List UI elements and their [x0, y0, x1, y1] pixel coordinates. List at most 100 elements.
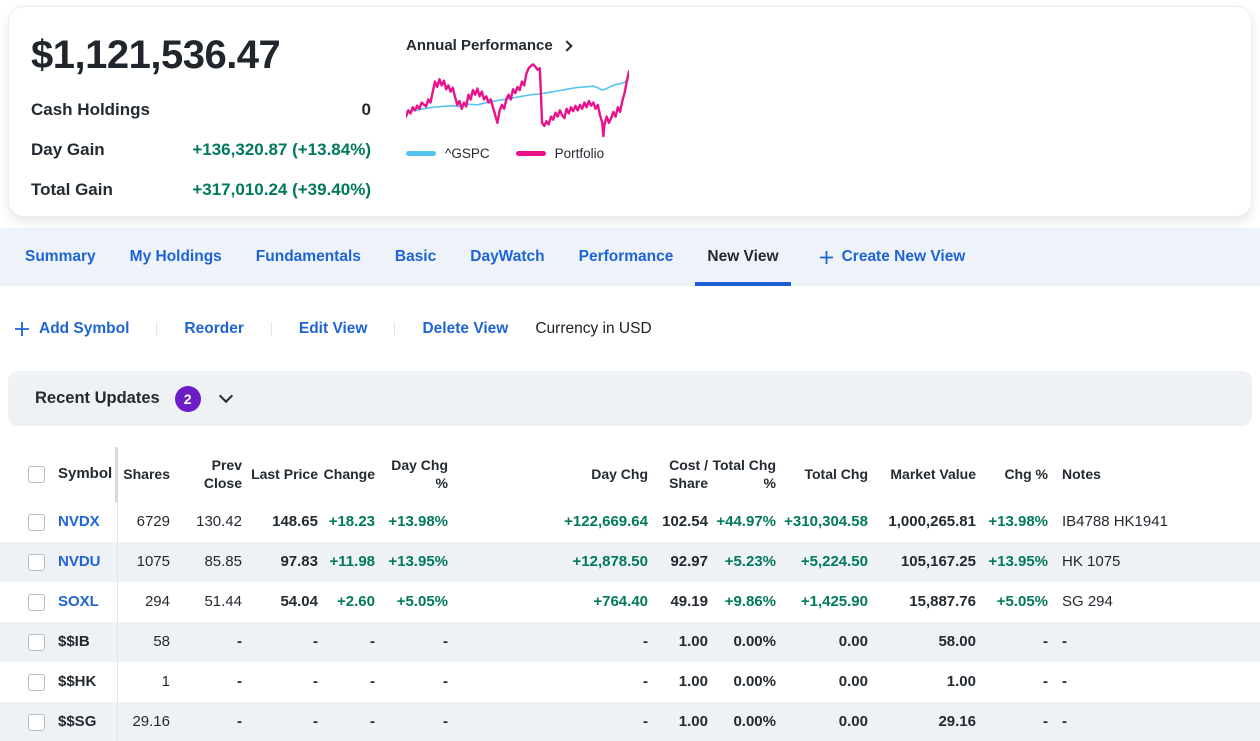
cell-last_price: - — [242, 662, 318, 702]
column-header-label: Day Chg — [591, 465, 648, 482]
annual-performance-link[interactable]: Annual Performance — [406, 37, 636, 54]
cell-value-change: +18.23 — [328, 513, 375, 530]
row-checkbox[interactable] — [28, 553, 45, 571]
cell-value-chg_pct: +5.05% — [996, 593, 1048, 610]
reorder-button[interactable]: Reorder — [184, 320, 243, 338]
symbol-link[interactable]: NVDU — [58, 542, 101, 582]
cell-prev_close: 85.85 — [170, 542, 242, 582]
tab-my-holdings[interactable]: My Holdings — [130, 228, 222, 286]
cell-day_chg: - — [448, 702, 648, 741]
portfolio-total-value: $1,121,536.47 — [31, 33, 281, 77]
column-header-symbol[interactable]: Symbol — [0, 447, 118, 502]
cell-value-last_price: 148.65 — [272, 513, 318, 530]
cell-symbol: $$IB — [0, 622, 118, 662]
column-header-notes[interactable]: Notes — [1048, 447, 1260, 502]
legend-label-gspc: ^GSPC — [445, 146, 490, 161]
column-header-symbol-label: Symbol — [58, 465, 113, 483]
total-gain-row: Total Gain +317,010.24 (+39.40%) — [31, 180, 371, 200]
divider — [394, 322, 396, 335]
performance-sparkline-chart — [406, 62, 629, 140]
row-checkbox[interactable] — [28, 673, 45, 691]
add-symbol-button[interactable]: Add Symbol — [14, 320, 129, 338]
cell-value-shares: 29.16 — [132, 713, 170, 730]
cell-day_chg: - — [448, 622, 648, 662]
row-checkbox[interactable] — [28, 633, 45, 651]
cell-day_chg: - — [448, 662, 648, 702]
cell-value-day_chg: +764.40 — [593, 593, 648, 610]
column-header-cost_share[interactable]: Cost / Share — [648, 447, 708, 502]
row-checkbox[interactable] — [28, 593, 45, 611]
recent-updates-title: Recent Updates — [35, 389, 160, 407]
table-row-ssib: $$IB 58- - - - -1.00 0.00% 0.00 58.00- - — [0, 622, 1260, 662]
column-header-shares[interactable]: Shares — [118, 447, 170, 502]
cell-last_price: 97.83 — [242, 542, 318, 582]
cell-cost_share: 1.00 — [648, 662, 708, 702]
symbol-link[interactable]: NVDX — [58, 502, 100, 542]
column-header-label: Market Value — [890, 465, 976, 482]
cell-market_value: 58.00 — [868, 622, 976, 662]
column-header-day_chg[interactable]: Day Chg — [448, 447, 648, 502]
column-header-chg_pct[interactable]: Chg % — [976, 447, 1048, 502]
column-header-change[interactable]: Change — [318, 447, 375, 502]
cell-day_chg_pct: +13.98% — [375, 502, 448, 542]
cell-prev_close: 51.44 — [170, 582, 242, 622]
create-new-view-button[interactable]: Create New View — [819, 248, 965, 266]
symbol-link[interactable]: SOXL — [58, 582, 99, 622]
summary-rows: Cash Holdings 0 Day Gain +136,320.87 (+1… — [31, 100, 371, 200]
cell-value-change: +11.98 — [329, 553, 375, 570]
cell-market_value: 15,887.76 — [868, 582, 976, 622]
table-row-nvdu: NVDU 1075 85.85 97.83 +11.98 +13.95% +12,878.5… — [0, 542, 1260, 582]
portfolio-summary-card: $1,121,536.47 Cash Holdings 0 Day Gain +… — [8, 6, 1252, 217]
tab-basic[interactable]: Basic — [395, 228, 436, 286]
column-header-total_chg[interactable]: Total Chg — [776, 447, 868, 502]
cash-holdings-row: Cash Holdings 0 — [31, 100, 371, 120]
cell-value-change: +2.60 — [337, 593, 375, 610]
cell-value-chg_pct: +13.98% — [988, 513, 1048, 530]
column-header-market_value[interactable]: Market Value — [868, 447, 976, 502]
column-header-total_chg_pct[interactable]: Total Chg % — [708, 447, 776, 502]
chevron-down-icon[interactable] — [218, 388, 233, 403]
cell-day_chg: +122,669.64 — [448, 502, 648, 542]
tab-daywatch[interactable]: DayWatch — [470, 228, 544, 286]
day-gain-label: Day Gain — [31, 140, 105, 159]
cell-notes: - — [1048, 662, 1260, 702]
currency-label: Currency in USD — [535, 319, 652, 337]
divider — [156, 322, 158, 335]
cell-value-day_chg_pct: +13.98% — [388, 513, 448, 530]
cell-cost_share: 102.54 — [648, 502, 708, 542]
cash-holdings-value: 0 — [361, 100, 371, 119]
column-header-prev_close[interactable]: Prev Close — [170, 447, 242, 502]
row-checkbox[interactable] — [28, 513, 45, 531]
delete-view-button[interactable]: Delete View — [422, 320, 508, 338]
recent-updates-count-badge: 2 — [174, 385, 201, 412]
column-header-day_chg_pct[interactable]: Day Chg % — [375, 447, 448, 502]
column-header-last_price[interactable]: Last Price — [242, 447, 318, 502]
column-header-label: Cost / Share — [669, 457, 708, 491]
total-gain-value: +317,010.24 (+39.40%) — [192, 180, 371, 199]
recent-updates-bar[interactable]: Recent Updates 2 — [8, 371, 1252, 426]
cell-chg_pct: +5.05% — [976, 582, 1048, 622]
cell-total_chg: 0.00 — [776, 622, 868, 662]
cell-value-last_price: 97.83 — [280, 553, 318, 570]
edit-view-button[interactable]: Edit View — [299, 320, 368, 338]
cell-value-cost_share: 102.54 — [662, 513, 708, 530]
tab-summary[interactable]: Summary — [25, 228, 96, 286]
tab-new-view[interactable]: New View — [695, 228, 791, 286]
cell-day_chg_pct: - — [375, 702, 448, 741]
cell-value-notes: IB4788 HK1941 — [1062, 513, 1168, 530]
cell-value-day_chg_pct: +5.05% — [396, 593, 448, 610]
cell-value-prev_close: 130.42 — [196, 513, 242, 530]
cell-shares: 58 — [118, 622, 170, 662]
cell-last_price: - — [242, 622, 318, 662]
cash-holdings-label: Cash Holdings — [31, 100, 151, 119]
cell-change: +11.98 — [318, 542, 375, 582]
annual-performance-section: Annual Performance ^GSPC Portfolio — [406, 37, 636, 161]
cell-value-cost_share: 1.00 — [678, 633, 708, 650]
cash-symbol-label: $$HK — [58, 673, 97, 690]
row-checkbox[interactable] — [28, 713, 45, 731]
tab-fundamentals[interactable]: Fundamentals — [256, 228, 361, 286]
column-header-label: Shares — [123, 465, 170, 482]
cell-total_chg_pct: 0.00% — [708, 702, 776, 741]
tab-performance[interactable]: Performance — [579, 228, 674, 286]
select-all-checkbox[interactable] — [28, 466, 45, 483]
